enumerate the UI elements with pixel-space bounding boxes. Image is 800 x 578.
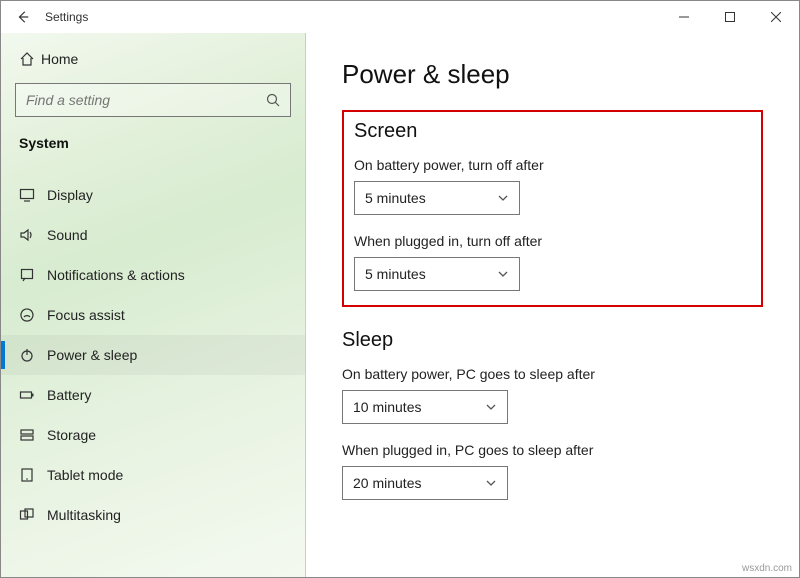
sidebar-item-focus-assist[interactable]: Focus assist [1, 295, 305, 335]
screen-battery-dropdown[interactable]: 5 minutes [354, 181, 520, 215]
multitask-icon [19, 507, 47, 523]
screen-section-title: Screen [354, 120, 751, 143]
sidebar-nav: Display Sound Notifications & actions Focus… [1, 175, 305, 535]
search-input[interactable] [16, 92, 256, 108]
highlight-box: Screen On battery power, turn off after … [342, 110, 763, 307]
sidebar-item-label: Power & sleep [47, 347, 137, 363]
sidebar-item-multitasking[interactable]: Multitasking [1, 495, 305, 535]
sidebar-item-display[interactable]: Display [1, 175, 305, 215]
sleep-plugged-value: 20 minutes [353, 475, 421, 491]
screen-plugged-label: When plugged in, turn off after [354, 233, 751, 249]
sidebar-item-tablet-mode[interactable]: Tablet mode [1, 455, 305, 495]
watermark: wsxdn.com [742, 563, 792, 574]
window-body: Home System Display Sound Notifications & … [1, 33, 799, 577]
display-icon [19, 187, 47, 203]
page-title: Power & sleep [342, 59, 763, 90]
search-icon [256, 92, 290, 108]
search-box[interactable] [15, 83, 291, 117]
sidebar-item-label: Focus assist [47, 307, 125, 323]
maximize-button[interactable] [707, 1, 753, 33]
chevron-down-icon [497, 268, 509, 280]
sidebar-item-notifications-actions[interactable]: Notifications & actions [1, 255, 305, 295]
minimize-button[interactable] [661, 1, 707, 33]
sidebar-item-label: Multitasking [47, 507, 121, 523]
sidebar-item-label: Storage [47, 427, 96, 443]
arrow-left-icon [16, 10, 30, 24]
close-icon [771, 12, 781, 22]
sleep-plugged-dropdown[interactable]: 20 minutes [342, 466, 508, 500]
close-button[interactable] [753, 1, 799, 33]
storage-icon [19, 427, 47, 443]
sidebar-item-label: Display [47, 187, 93, 203]
focus-icon [19, 307, 47, 323]
sidebar-item-battery[interactable]: Battery [1, 375, 305, 415]
notifications-icon [19, 267, 47, 283]
screen-battery-label: On battery power, turn off after [354, 157, 751, 173]
power-icon [19, 347, 47, 363]
sidebar-item-label: Battery [47, 387, 91, 403]
battery-icon [19, 387, 47, 403]
minimize-icon [679, 12, 689, 22]
sleep-battery-dropdown[interactable]: 10 minutes [342, 390, 508, 424]
sidebar-item-sound[interactable]: Sound [1, 215, 305, 255]
screen-battery-value: 5 minutes [365, 190, 426, 206]
sidebar-item-power-sleep[interactable]: Power & sleep [1, 335, 305, 375]
main-content: Power & sleep Screen On battery power, t… [306, 33, 799, 577]
maximize-icon [725, 12, 735, 22]
settings-window: Settings Home System Display Sound Notific… [0, 0, 800, 578]
sidebar-item-label: Tablet mode [47, 467, 123, 483]
back-button[interactable] [13, 7, 33, 27]
window-controls [661, 1, 799, 33]
chevron-down-icon [485, 477, 497, 489]
sleep-battery-value: 10 minutes [353, 399, 421, 415]
sleep-plugged-label: When plugged in, PC goes to sleep after [342, 442, 763, 458]
sidebar: Home System Display Sound Notifications & … [1, 33, 306, 577]
tablet-icon [19, 467, 47, 483]
sidebar-group-label: System [1, 131, 305, 161]
home-label: Home [41, 51, 78, 67]
sound-icon [19, 227, 47, 243]
sleep-battery-label: On battery power, PC goes to sleep after [342, 366, 763, 382]
home-icon [19, 51, 41, 67]
sidebar-item-label: Notifications & actions [47, 267, 185, 283]
sleep-section-title: Sleep [342, 329, 763, 352]
chevron-down-icon [485, 401, 497, 413]
sidebar-item-label: Sound [47, 227, 87, 243]
window-title: Settings [45, 10, 88, 24]
screen-plugged-value: 5 minutes [365, 266, 426, 282]
sidebar-item-storage[interactable]: Storage [1, 415, 305, 455]
home-link[interactable]: Home [1, 41, 305, 77]
chevron-down-icon [497, 192, 509, 204]
screen-plugged-dropdown[interactable]: 5 minutes [354, 257, 520, 291]
